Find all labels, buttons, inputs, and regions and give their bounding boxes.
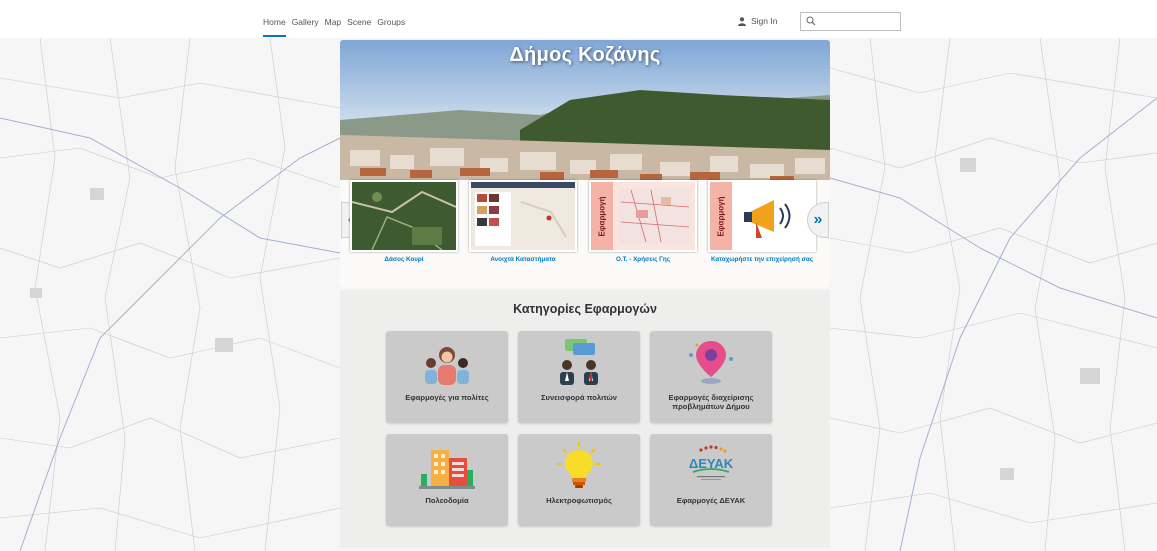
- open-stores-thumbnail: [469, 180, 577, 252]
- carousel-item-label: Ανοιχτά Καταστήματα: [490, 256, 556, 263]
- sign-in-label: Sign In: [751, 16, 778, 26]
- carousel-item-label: Δάσος Κουρί: [384, 256, 424, 263]
- search-icon: [806, 16, 816, 26]
- app-categories-section: Κατηγορίες Εφαρμογών Εφαρμογές για πολίτ…: [340, 290, 830, 548]
- tile-label: Ηλεκτροφωτισμός: [546, 496, 612, 505]
- tile-label: Εφαρμογές ΔΕΥΑΚ: [676, 496, 746, 505]
- search-box[interactable]: [800, 12, 901, 31]
- map-pin-icon: [689, 341, 733, 384]
- nav-links: Home Gallery Map Scene Groups: [263, 17, 405, 37]
- nav-groups-link[interactable]: Groups: [377, 17, 405, 37]
- top-navigation-bar: Home Gallery Map Scene Groups Sign In: [0, 0, 1157, 38]
- tile-citizen-contribution[interactable]: Συνεισφορά πολιτών: [518, 331, 640, 423]
- land-use-thumbnail: Εφαρμογή: [589, 180, 697, 252]
- chat-people-icon: [560, 339, 598, 385]
- register-business-thumbnail: Εφαρμογή: [708, 180, 816, 252]
- nav-home-link[interactable]: Home: [263, 17, 286, 37]
- tile-label: Εφαρμογές για πολίτες: [405, 393, 489, 402]
- user-icon: [738, 16, 746, 26]
- forest-map-thumbnail: [350, 180, 458, 252]
- sign-in-button[interactable]: Sign In: [738, 16, 777, 26]
- categories-title: Κατηγορίες Εφαρμογών: [513, 302, 657, 316]
- deyak-logo: ΔΕΥΑΚ: [689, 445, 734, 480]
- app-badge: Εφαρμογή: [597, 195, 607, 237]
- nav-gallery-link[interactable]: Gallery: [292, 17, 319, 37]
- app-carousel: « Δάσος Κουρί: [340, 180, 830, 288]
- tile-deyak-apps[interactable]: ΔΕΥΑΚ Εφαρμογές ΔΕΥΑΚ: [650, 434, 772, 526]
- carousel-item-label: Ο.Τ. - Χρήσεις Γης: [615, 256, 671, 263]
- hero-banner: Δήμος Κοζάνης « Δάσος Κουρί: [340, 40, 830, 288]
- tile-label: Πολεοδομία: [425, 496, 469, 505]
- light-bulb-icon: [557, 442, 601, 488]
- app-badge: Εφαρμογή: [716, 195, 726, 237]
- tile-street-lighting[interactable]: Ηλεκτροφωτισμός: [518, 434, 640, 526]
- tile-label: Εφαρμογές διαχείρισης προβλημάτων Δήμου: [668, 393, 754, 411]
- tile-municipal-issues[interactable]: Εφαρμογές διαχείρισης προβλημάτων Δήμου: [650, 331, 772, 423]
- tile-urban-planning[interactable]: Πολεοδομία: [386, 434, 508, 526]
- tile-label: Συνεισφορά πολιτών: [540, 393, 618, 402]
- nav-scene-link[interactable]: Scene: [347, 17, 371, 37]
- hero-title: Δήμος Κοζάνης: [509, 44, 661, 66]
- carousel-item-label: Καταχωρήστε την επιχείρησή σας: [710, 256, 814, 263]
- main-panel: Δήμος Κοζάνης « Δάσος Κουρί: [340, 40, 830, 548]
- citizens-icon: [425, 347, 469, 385]
- tile-citizen-apps[interactable]: Εφαρμογές για πολίτες: [386, 331, 508, 423]
- search-input[interactable]: [819, 14, 899, 29]
- nav-map-link[interactable]: Map: [325, 17, 342, 37]
- buildings-icon: [419, 450, 475, 489]
